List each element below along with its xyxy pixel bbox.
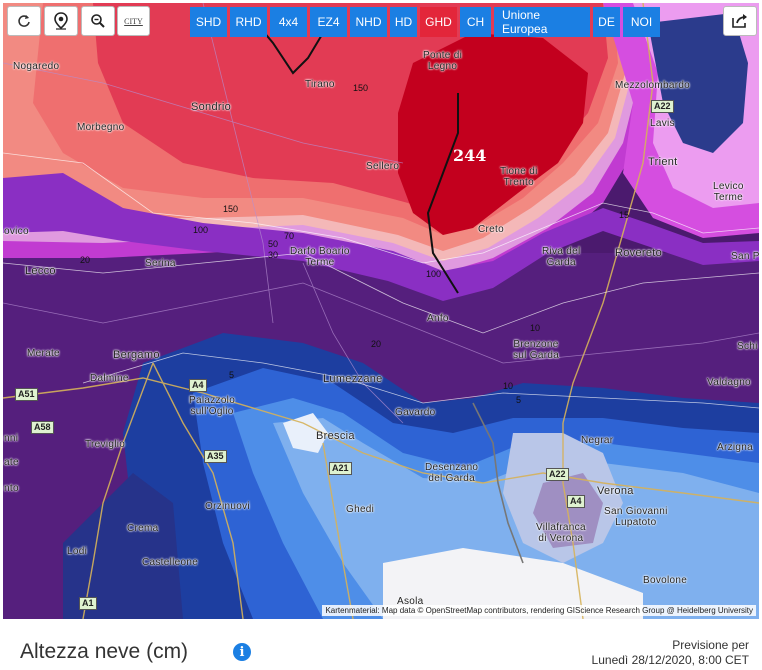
place-label: ovico (4, 226, 29, 237)
isoline-label: 100 (193, 225, 209, 235)
zoom-out-icon (91, 14, 105, 28)
model-button-noi[interactable]: NOI (623, 7, 660, 37)
place-label: Dalmine (90, 373, 129, 384)
map-attribution: Kartenmaterial: Map data © OpenStreetMap… (322, 605, 756, 616)
isoline-label: 5 (229, 370, 235, 380)
place-label: Trient (648, 156, 678, 168)
place-label: Brenzone sul Garda (513, 339, 560, 361)
refresh-icon (18, 15, 30, 27)
model-button-4x4[interactable]: 4x4 (270, 7, 307, 37)
place-label: Levico Terme (713, 181, 744, 203)
share-button[interactable] (723, 6, 757, 36)
place-label: Arzigna (717, 442, 754, 453)
place-label: Mezzolombardo (615, 80, 691, 91)
model-button-ez4[interactable]: EZ4 (310, 7, 347, 37)
place-label: Villafranca di Verona (536, 522, 586, 544)
place-label: Lavis (650, 118, 675, 129)
road-shield: A22 (546, 468, 569, 481)
snow-depth-map[interactable]: Nogaredo Ponte di Legno Tirano Mezzolomb… (3, 3, 759, 619)
place-label: Lecco (25, 265, 56, 277)
model-button-hd[interactable]: HD (390, 7, 417, 37)
isoline-label: 150 (223, 204, 239, 214)
place-label: Bovolone (643, 575, 688, 586)
place-label: Merate (27, 348, 60, 359)
place-label: Negrar (581, 435, 614, 446)
place-label: Lodi (67, 546, 88, 557)
road-shield: A51 (15, 388, 38, 401)
max-value-label: 244 (453, 146, 487, 165)
isoline-label: 5 (516, 395, 522, 405)
place-label: Anfo (427, 313, 449, 324)
city-label: CITY (124, 16, 143, 26)
place-label: Lumezzane (323, 373, 383, 385)
place-label: Crema (127, 523, 159, 534)
city-labels-button[interactable]: CITY (117, 6, 150, 36)
place-label: Tione di Trento (500, 166, 538, 188)
place-label: Tirano (305, 79, 335, 90)
road-shield: A22 (651, 100, 674, 113)
model-button-rhd[interactable]: RHD (230, 7, 267, 37)
refresh-button[interactable] (7, 6, 41, 36)
place-label: Darfo Boario Terme (290, 246, 350, 268)
place-label: Treviglio (85, 439, 126, 450)
place-label: nni (4, 433, 19, 444)
isoline-label: 20 (80, 255, 91, 265)
place-label: Brescia (316, 430, 355, 442)
place-label: Rovereto (615, 247, 663, 259)
isoline-label: 150 (353, 83, 369, 93)
place-label: Ghedi (346, 504, 375, 515)
locate-button[interactable] (44, 6, 78, 36)
place-label: Creto (478, 224, 504, 235)
place-label: Riva del Garda (542, 246, 581, 268)
place-label: San Giovanni Lupatoto (604, 506, 668, 528)
road-shield: A21 (329, 462, 352, 475)
place-label: Serina (145, 258, 176, 269)
place-label: Palazzolo sull'Oglio (189, 395, 236, 417)
isoline-label: 70 (284, 231, 295, 241)
isoline-label: 50 (268, 239, 279, 249)
model-button-unione-europea[interactable]: Unione Europea (494, 7, 590, 37)
forecast-label: Previsione per (672, 638, 749, 652)
model-button-nhd[interactable]: NHD (350, 7, 387, 37)
place-label: Sondrio (191, 101, 232, 113)
place-label: Bergamo (113, 349, 160, 361)
place-label: Orzinuovi (205, 501, 250, 512)
place-label: Nogaredo (13, 61, 60, 72)
road-shield: A1 (79, 597, 97, 610)
road-shield: A4 (189, 379, 207, 392)
model-button-ch[interactable]: CH (460, 7, 491, 37)
place-label: Castelleone (142, 557, 199, 568)
place-label: ate (4, 457, 19, 468)
model-button-ghd[interactable]: GHD (420, 7, 457, 37)
place-label: Verona (597, 485, 634, 497)
isoline-label: 100 (426, 269, 442, 279)
info-icon[interactable]: i (233, 643, 251, 661)
place-label: Ponte di Legno (423, 50, 463, 72)
isoline-label: 15 (619, 210, 630, 220)
map-frame: Nogaredo Ponte di Legno Tirano Mezzolomb… (0, 0, 762, 622)
place-label: Schi (737, 341, 758, 352)
isoline-label: 10 (503, 381, 514, 391)
model-button-de[interactable]: DE (593, 7, 620, 37)
place-label: Valdagno (707, 377, 751, 388)
model-button-shd[interactable]: SHD (190, 7, 227, 37)
place-label: Sellero (366, 161, 400, 172)
isoline-label: 10 (530, 323, 541, 333)
place-label: Desenzano del Garda (425, 462, 479, 484)
place-label: San Pi (731, 251, 759, 262)
place-label: Gavardo (395, 407, 436, 418)
share-icon (732, 14, 747, 28)
model-selector: SHD RHD 4x4 EZ4 NHD HD GHD CH Unione Europea DE NO… (190, 7, 660, 37)
map-pin-icon (54, 12, 68, 30)
place-label: Morbegno (77, 122, 125, 133)
road-shield: A35 (204, 450, 227, 463)
forecast-time: Lunedì 28/12/2020, 8:00 CET (591, 653, 749, 667)
isoline-label: 20 (371, 339, 382, 349)
place-label: nto (4, 483, 19, 494)
page-title: Altezza neve (cm) (20, 640, 189, 663)
road-shield: A58 (31, 421, 54, 434)
road-shield: A4 (567, 495, 585, 508)
zoom-out-button[interactable] (81, 6, 115, 36)
isoline-label: 30 (268, 250, 279, 260)
